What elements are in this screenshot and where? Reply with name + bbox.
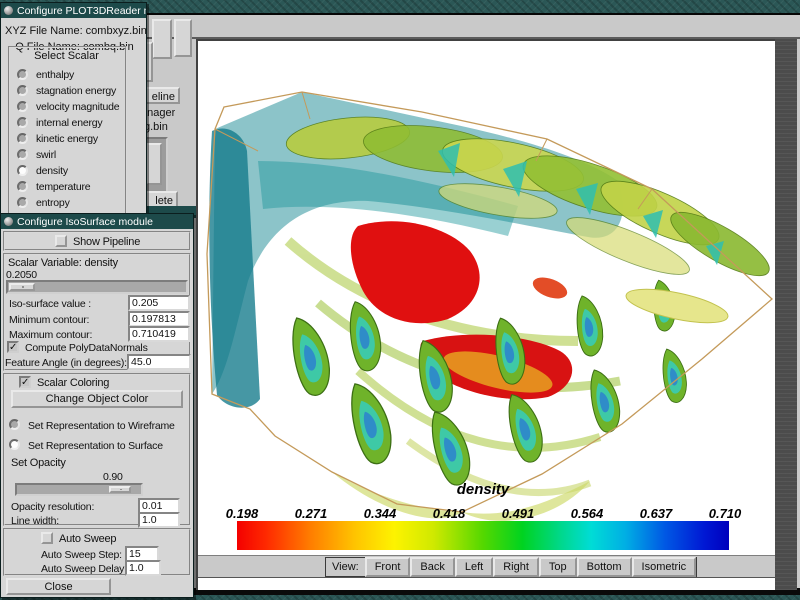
- auto-sweep-checkbox[interactable]: [41, 532, 53, 544]
- view-toolbar: View: Front Back Left Right Top Bottom I…: [198, 555, 775, 578]
- compute-polydatanormals-checkbox[interactable]: ✓: [7, 341, 19, 353]
- colorbar-tick: 0.564: [571, 506, 604, 521]
- right-window-edge: [775, 39, 797, 590]
- scalar-radio-temperature[interactable]: [17, 181, 28, 192]
- opacity-slider[interactable]: [15, 483, 143, 496]
- scalar-label: stagnation energy: [36, 85, 116, 97]
- window-icon: [4, 6, 13, 15]
- top-toolbar: [138, 15, 800, 39]
- filename-label-fragment: g.bin: [144, 121, 168, 133]
- view-back-button[interactable]: Back: [410, 557, 454, 577]
- iso-surface-value-input[interactable]: [128, 295, 190, 311]
- scalar-label: kinetic energy: [36, 133, 98, 145]
- plot3d-window-title: Configure PLOT3DReader modul: [17, 5, 146, 17]
- colorbar-tick: 0.710: [709, 506, 742, 521]
- colorbar-tick: 0.637: [640, 506, 673, 521]
- close-button[interactable]: Close: [6, 578, 111, 595]
- minimum-contour-label: Minimum contour:: [9, 314, 89, 326]
- combustor-3d-render: [198, 41, 775, 555]
- iso-surface-value-label: Iso-surface value :: [9, 298, 91, 310]
- auto-sweep-label: Auto Sweep: [59, 533, 116, 545]
- view-bottom-button[interactable]: Bottom: [577, 557, 632, 577]
- plot3d-titlebar[interactable]: Configure PLOT3DReader modul: [1, 3, 146, 18]
- colorbar-tick: 0.198: [226, 506, 259, 521]
- red-core: [351, 221, 572, 401]
- scalar-label: entropy: [36, 197, 70, 209]
- line-width-label: Line width:: [11, 515, 59, 527]
- maximum-contour-label: Maximum contour:: [9, 329, 92, 341]
- scalar-radio-internal-energy[interactable]: [17, 117, 28, 128]
- scalar-coloring-label: Scalar Coloring: [37, 377, 109, 389]
- representation-surface-radio[interactable]: [9, 439, 20, 450]
- view-right-button[interactable]: Right: [493, 557, 539, 577]
- xyz-file-label: XYZ File Name: combxyz.bin: [5, 25, 144, 37]
- main-app-window: eline anager g.bin lete: [138, 13, 800, 595]
- minimum-contour-input[interactable]: [128, 311, 190, 327]
- colorbar-title: density: [457, 481, 510, 498]
- feature-angle-input[interactable]: [127, 354, 191, 370]
- scalar-radio-density[interactable]: [17, 165, 28, 176]
- view-button-group: View: Front Back Left Right Top Bottom I…: [325, 557, 697, 577]
- show-pipeline-bar: Show Pipeline: [3, 231, 191, 251]
- plot3d-reader-window: Configure PLOT3DReader modul XYZ File Na…: [0, 2, 147, 223]
- show-pipeline-label: Show Pipeline: [73, 236, 140, 248]
- scalar-label: density: [36, 165, 68, 177]
- opacity-slider-value: 0.90: [103, 471, 123, 483]
- scalar-radio-kinetic-energy[interactable]: [17, 133, 28, 144]
- isosurface-window-title: Configure IsoSurface module: [17, 216, 153, 228]
- auto-sweep-delay-label: Auto Sweep Delay:: [41, 563, 127, 575]
- scalar-label: temperature: [36, 181, 90, 193]
- representation-wireframe-radio[interactable]: [9, 419, 20, 430]
- isosurface-window: Configure IsoSurface module Show Pipelin…: [0, 213, 194, 598]
- view-label: View:: [326, 558, 365, 576]
- view-top-button[interactable]: Top: [539, 557, 577, 577]
- auto-sweep-step-label: Auto Sweep Step:: [41, 549, 122, 561]
- scalar-label: enthalpy: [36, 69, 74, 81]
- select-scalar-frame: Select Scalar enthalpy stagnation energy…: [8, 46, 127, 222]
- representation-wireframe-label: Set Representation to Wireframe: [28, 420, 175, 432]
- opacity-resolution-label: Opacity resolution:: [11, 501, 94, 513]
- colorbar-tick: 0.344: [364, 506, 397, 521]
- feature-angle-label: Feature Angle (in degrees):: [5, 357, 127, 369]
- render-viewport[interactable]: density 0.198 0.271 0.344 0.418 0.491 0.…: [196, 39, 775, 590]
- representation-surface-label: Set Representation to Surface: [28, 440, 163, 452]
- iso-value-slider[interactable]: [6, 280, 188, 294]
- opacity-slider-thumb[interactable]: [109, 486, 131, 493]
- toolbar-button-fragment[interactable]: [174, 19, 192, 57]
- colorbar-tick: 0.491: [502, 506, 535, 521]
- view-front-button[interactable]: Front: [365, 557, 411, 577]
- scalar-label: swirl: [36, 149, 56, 161]
- scalar-label: internal energy: [36, 117, 102, 129]
- colorbar-gradient: [237, 521, 729, 550]
- scalar-radio-stagnation-energy[interactable]: [17, 85, 28, 96]
- window-icon: [4, 217, 13, 226]
- isosurface-titlebar[interactable]: Configure IsoSurface module: [1, 214, 193, 229]
- line-width-input[interactable]: [138, 512, 180, 528]
- colorbar-tick: 0.271: [295, 506, 328, 521]
- select-scalar-title: Select Scalar: [10, 50, 123, 62]
- colorbar-tick: 0.418: [433, 506, 466, 521]
- scalar-variable-label: Scalar Variable: density: [8, 257, 118, 269]
- toolbar-button-fragment[interactable]: [152, 19, 172, 59]
- compute-polydatanormals-label: Compute PolyDataNormals: [25, 342, 148, 354]
- view-left-button[interactable]: Left: [455, 557, 493, 577]
- show-pipeline-checkbox[interactable]: [55, 235, 67, 247]
- scalar-coloring-checkbox[interactable]: ✓: [19, 376, 31, 388]
- maximum-contour-input[interactable]: [128, 326, 190, 342]
- scalar-radio-entropy[interactable]: [17, 197, 28, 208]
- iso-slider-thumb[interactable]: [9, 283, 35, 291]
- desktop: eline anager g.bin lete: [0, 0, 800, 600]
- auto-sweep-delay-input[interactable]: [125, 560, 161, 576]
- set-opacity-label: Set Opacity: [11, 457, 66, 469]
- scalar-radio-velocity-magnitude[interactable]: [17, 101, 28, 112]
- view-isometric-button[interactable]: Isometric: [632, 557, 697, 577]
- scrollbar-thumb[interactable]: [146, 143, 162, 185]
- scalar-label: velocity magnitude: [36, 101, 119, 113]
- scalar-radio-swirl[interactable]: [17, 149, 28, 160]
- change-object-color-button[interactable]: Change Object Color: [11, 390, 183, 408]
- yellow-lens: [623, 282, 730, 329]
- scalar-radio-enthalpy[interactable]: [17, 69, 28, 80]
